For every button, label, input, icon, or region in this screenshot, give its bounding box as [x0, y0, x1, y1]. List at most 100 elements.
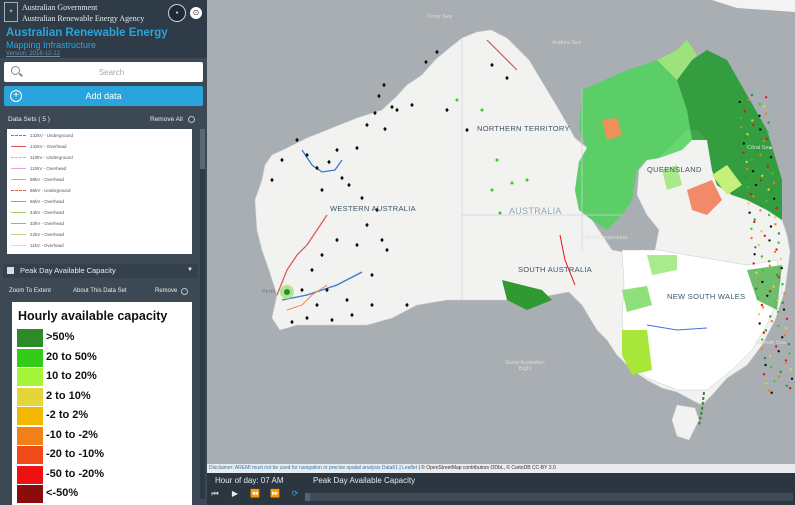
- add-data-button[interactable]: + Add data: [4, 86, 203, 106]
- coast-substation-marker[interactable]: [770, 391, 773, 394]
- coast-substation-marker[interactable]: [769, 156, 773, 159]
- coast-substation-marker[interactable]: [759, 179, 763, 182]
- coast-substation-marker[interactable]: [746, 167, 749, 170]
- coast-substation-marker[interactable]: [768, 264, 771, 267]
- coast-substation-marker[interactable]: [775, 206, 778, 210]
- timeline-track[interactable]: [305, 493, 793, 501]
- coast-substation-marker[interactable]: [742, 107, 745, 111]
- substation-marker[interactable]: [435, 49, 439, 55]
- coast-substation-marker[interactable]: [764, 329, 768, 332]
- coast-substation-marker[interactable]: [754, 246, 757, 249]
- substation-marker[interactable]: [295, 137, 299, 143]
- coast-substation-marker[interactable]: [789, 368, 793, 371]
- coast-substation-marker[interactable]: [790, 377, 794, 380]
- coast-substation-marker[interactable]: [767, 188, 770, 191]
- coast-substation-marker[interactable]: [768, 389, 771, 392]
- coast-substation-marker[interactable]: [739, 116, 742, 120]
- coast-substation-marker[interactable]: [776, 299, 780, 302]
- coast-substation-marker[interactable]: [751, 119, 754, 122]
- coast-substation-marker[interactable]: [765, 382, 768, 385]
- coast-substation-marker[interactable]: [776, 273, 779, 277]
- coast-substation-marker[interactable]: [780, 266, 783, 270]
- layer-header[interactable]: Peak Day Available Capacity ▼: [3, 264, 198, 278]
- sidebar-scrollbar[interactable]: [200, 129, 205, 499]
- coast-substation-marker[interactable]: [767, 213, 771, 217]
- coast-substation-marker[interactable]: [765, 137, 769, 140]
- coast-substation-marker[interactable]: [766, 165, 769, 168]
- coast-substation-marker[interactable]: [750, 236, 753, 240]
- coast-substation-marker[interactable]: [779, 370, 782, 374]
- skip-back-icon[interactable]: ⏮: [209, 488, 221, 500]
- coast-substation-marker[interactable]: [758, 114, 761, 118]
- coast-substation-marker[interactable]: [769, 225, 773, 228]
- coast-substation-marker[interactable]: [767, 121, 770, 124]
- coast-substation-marker[interactable]: [764, 112, 767, 115]
- coast-substation-marker[interactable]: [742, 142, 745, 145]
- coast-substation-marker[interactable]: [768, 260, 771, 263]
- coast-substation-marker[interactable]: [755, 287, 758, 290]
- coast-substation-marker[interactable]: [766, 130, 769, 134]
- remove-all-icon[interactable]: [188, 116, 195, 123]
- coast-substation-marker[interactable]: [756, 296, 760, 300]
- coast-substation-marker[interactable]: [774, 223, 777, 226]
- coast-substation-marker[interactable]: [742, 151, 745, 154]
- leaflet-link[interactable]: Leaflet: [402, 465, 417, 471]
- coast-substation-marker[interactable]: [772, 285, 775, 288]
- coast-substation-marker[interactable]: [765, 200, 768, 203]
- coast-substation-marker[interactable]: [752, 195, 755, 198]
- coast-substation-marker[interactable]: [770, 320, 773, 323]
- timeline-progress[interactable]: [305, 493, 310, 501]
- coast-substation-marker[interactable]: [787, 343, 791, 346]
- coast-substation-marker[interactable]: [748, 211, 751, 214]
- coast-substation-marker[interactable]: [768, 354, 772, 357]
- coast-substation-marker[interactable]: [762, 373, 766, 376]
- coast-substation-marker[interactable]: [760, 347, 763, 350]
- coast-substation-marker[interactable]: [781, 336, 784, 339]
- coast-substation-marker[interactable]: [761, 269, 765, 272]
- coast-substation-marker[interactable]: [763, 105, 766, 108]
- coast-substation-marker[interactable]: [781, 301, 784, 304]
- remove-all-button[interactable]: Remove All: [150, 116, 183, 123]
- coast-substation-marker[interactable]: [770, 190, 773, 194]
- coast-substation-marker[interactable]: [743, 110, 747, 113]
- coast-substation-marker[interactable]: [747, 202, 750, 205]
- coast-substation-marker[interactable]: [761, 306, 765, 309]
- substation-marker[interactable]: [382, 82, 386, 88]
- remove-icon[interactable]: [181, 288, 188, 295]
- coast-substation-marker[interactable]: [750, 227, 753, 230]
- coast-substation-marker[interactable]: [774, 216, 777, 219]
- chevron-down-icon[interactable]: ▼: [187, 267, 193, 273]
- coast-substation-marker[interactable]: [758, 103, 761, 106]
- coast-substation-marker[interactable]: [755, 271, 758, 274]
- coast-substation-marker[interactable]: [788, 386, 792, 390]
- coast-substation-marker[interactable]: [775, 248, 778, 251]
- coast-substation-marker[interactable]: [753, 218, 756, 221]
- data61-link[interactable]: Data61: [382, 465, 398, 471]
- zoom-to-extent-button[interactable]: Zoom To Extent: [9, 288, 51, 294]
- rewind-icon[interactable]: ⏪: [249, 488, 261, 500]
- map-canvas[interactable]: [207, 0, 795, 473]
- coast-substation-marker[interactable]: [762, 331, 766, 334]
- scrollbar-thumb[interactable]: [200, 129, 205, 169]
- version-link[interactable]: Version: 2016-12-12: [6, 51, 60, 57]
- fast-forward-icon[interactable]: ⏩: [269, 488, 281, 500]
- coast-substation-marker[interactable]: [764, 363, 767, 367]
- coast-substation-marker[interactable]: [750, 158, 753, 161]
- coast-substation-marker[interactable]: [750, 93, 754, 97]
- about-data-set-button[interactable]: About This Data Set: [73, 288, 127, 294]
- coast-substation-marker[interactable]: [776, 310, 780, 314]
- remove-layer-button[interactable]: Remove: [155, 288, 177, 294]
- coast-substation-marker[interactable]: [747, 98, 751, 101]
- coast-substation-marker[interactable]: [744, 176, 747, 180]
- coast-substation-marker[interactable]: [757, 278, 760, 281]
- coast-substation-marker[interactable]: [751, 170, 755, 173]
- coast-substation-marker[interactable]: [757, 313, 761, 316]
- coast-substation-marker[interactable]: [763, 356, 767, 360]
- coast-substation-marker[interactable]: [764, 96, 768, 99]
- coast-substation-marker[interactable]: [761, 174, 764, 177]
- coast-substation-marker[interactable]: [783, 292, 786, 295]
- coast-substation-marker[interactable]: [768, 290, 772, 293]
- disclaimer-link[interactable]: Disclaimer: AREMI must not be used for n…: [209, 465, 380, 471]
- coast-substation-marker[interactable]: [770, 366, 773, 369]
- coast-substation-marker[interactable]: [757, 243, 760, 247]
